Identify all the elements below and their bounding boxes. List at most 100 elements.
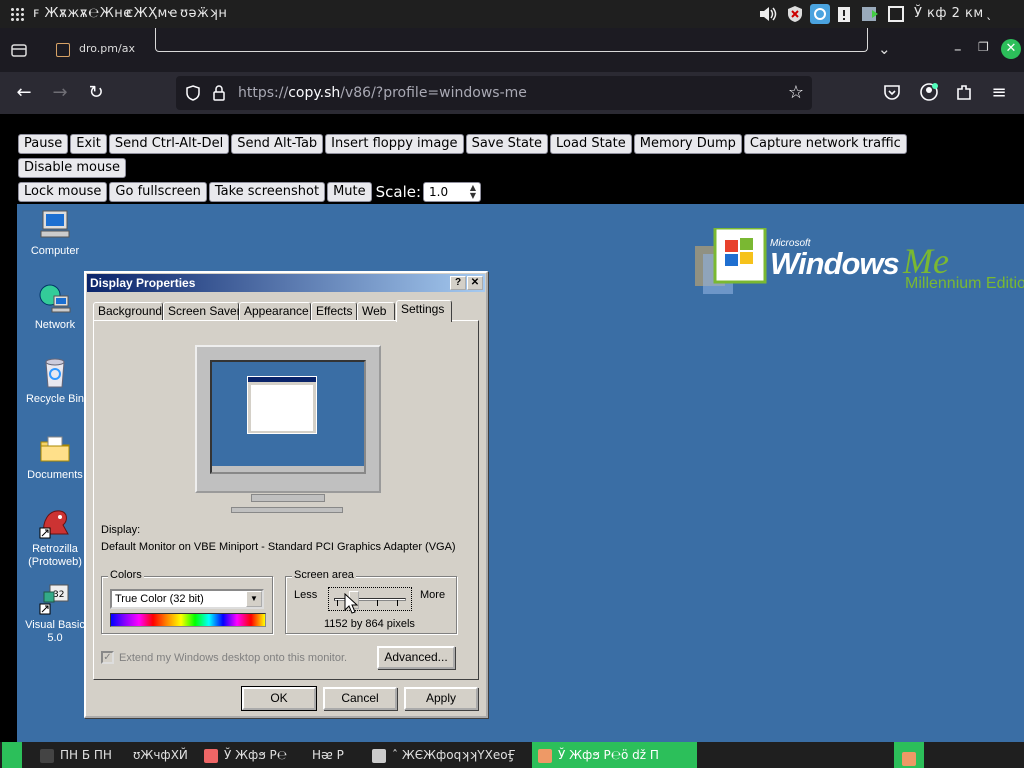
emulator-screen[interactable]: Computer Network Recycle Bin Documents R… [17, 204, 1024, 742]
extensions-icon[interactable] [953, 82, 975, 104]
reload-icon[interactable]: ↻ [85, 82, 107, 104]
colors-select[interactable]: True Color (32 bit) ▼ [110, 589, 264, 609]
mini-taskbar-preview [212, 466, 364, 472]
list-all-tabs-icon[interactable] [10, 41, 28, 59]
taskbar-item[interactable]: ПН Б ПН [40, 742, 112, 768]
desktop-icon-computer[interactable]: Computer [17, 208, 93, 258]
network-tray-icon[interactable] [860, 4, 880, 24]
colors-select-value: True Color (32 bit) [115, 593, 204, 605]
send-ctrl-alt-del-button[interactable]: Send Ctrl-Alt-Del [108, 134, 230, 154]
taskbar-item[interactable]: ʊЖчфХЙ [133, 742, 188, 768]
taskbar-item-label: ʊЖчфХЙ [133, 748, 188, 762]
disable-mouse-button[interactable]: Disable mouse [18, 158, 126, 178]
tracking-shield-icon[interactable] [184, 84, 202, 106]
desktop-icon-retrozilla[interactable]: Retrozilla (Protoweb) [17, 506, 93, 569]
windows-me-logo: Microsoft Windows Me Millennium Edition [695, 218, 1024, 298]
chevron-down-icon[interactable]: ⌄ [878, 40, 891, 58]
forward-arrow-icon[interactable]: → [49, 82, 71, 104]
apply-button[interactable]: Apply [404, 687, 478, 710]
shield-icon[interactable] [785, 4, 805, 24]
bookmark-star-icon[interactable]: ☆ [788, 82, 804, 103]
refresh-app-icon[interactable] [810, 4, 830, 24]
window-close-button[interactable]: ✕ [1001, 39, 1021, 59]
dropdown-arrow-icon[interactable]: ▼ [246, 591, 262, 607]
back-arrow-icon[interactable]: ← [13, 82, 35, 104]
tray-app-button[interactable] [894, 742, 924, 768]
send-alt-tab-button[interactable]: Send Alt-Tab [231, 134, 324, 154]
screen-area-group-title: Screen area [292, 569, 356, 581]
minimize-icon[interactable]: – [954, 40, 962, 58]
taskbar-item[interactable]: Нᴂ Р [312, 742, 344, 768]
desktop-icon-label: Recycle Bin [25, 393, 85, 405]
window-icon[interactable] [886, 4, 906, 24]
memory-dump-button[interactable]: Memory Dump [633, 134, 742, 154]
capture-network-button[interactable]: Capture network traffic [743, 134, 907, 154]
app-grid-icon[interactable] [10, 7, 25, 22]
retrozilla-icon [38, 506, 72, 540]
desktop-icon-label: Visual Basic 5.0 [25, 619, 85, 644]
help-button[interactable]: ? [450, 276, 466, 290]
tab-background[interactable]: Background [93, 302, 163, 321]
shield-app-icon [372, 748, 386, 763]
screen-area-slider[interactable] [328, 587, 412, 611]
desktop-icon-visual-basic[interactable]: 32 Visual Basic 5.0 [17, 582, 93, 645]
url-bar[interactable]: https://copy.sh/v86/?profile=windows-me … [176, 76, 812, 110]
app-icon [204, 748, 218, 763]
clock[interactable]: Ў кф 2 км [914, 6, 984, 21]
taskbar-item-label: ˆ ЖЄЖфоqʞʞҮХеоӺ [392, 748, 516, 762]
clipboard-icon[interactable] [834, 4, 854, 24]
scale-input[interactable]: 1.0 ▲ ▼ [423, 182, 482, 202]
page-content: Pause Exit Send Ctrl-Alt-Del Send Alt-Tab In… [0, 114, 1024, 742]
tab-favicon-icon [56, 43, 70, 57]
desktop-icon-label: Retrozilla (Protoweb) [28, 543, 82, 568]
tab-screen-saver[interactable]: Screen Saver [163, 302, 241, 321]
taskbar-item-active[interactable]: Ў Жфϧ Р℮ӧ dž П [532, 742, 697, 768]
spinner-icon[interactable]: ▲ ▼ [470, 184, 476, 200]
tab-appearance[interactable]: Appearance [239, 302, 311, 321]
desktop-icon-network[interactable]: Network [17, 282, 93, 332]
screenshot-button[interactable]: Take screenshot [208, 182, 326, 202]
extend-desktop-checkbox[interactable]: ✓ [101, 651, 114, 664]
tab-effects[interactable]: Effects [311, 302, 357, 321]
lock-icon[interactable] [210, 84, 228, 106]
restore-icon[interactable]: ❐ [978, 40, 989, 54]
topbar-item[interactable]: сЖҲмҽ [126, 6, 178, 21]
logo-windows: Windows [770, 246, 900, 281]
slider-tick [337, 600, 338, 606]
desktop-icon-label: Computer [30, 245, 80, 257]
taskbar-item[interactable]: ˆ ЖЄЖфоqʞʞҮХеоӺ [372, 742, 516, 768]
account-icon[interactable] [918, 82, 940, 104]
dialog-close-button[interactable]: ✕ [467, 276, 483, 290]
lock-mouse-button[interactable]: Lock mouse [18, 182, 108, 202]
show-desktop-button[interactable] [2, 742, 22, 768]
topbar-item[interactable]: ꜰ Жѫжѫ℮Жне [33, 6, 132, 21]
url-host: copy.sh [288, 85, 341, 101]
dialog-titlebar[interactable]: Display Properties ? ✕ [87, 274, 485, 292]
taskbar-item-label: Нᴂ Р [312, 748, 344, 762]
save-state-button[interactable]: Save State [465, 134, 549, 154]
tab-settings[interactable]: Settings [396, 300, 452, 322]
load-state-button[interactable]: Load State [550, 134, 632, 154]
fullscreen-button[interactable]: Go fullscreen [109, 182, 207, 202]
menu-dot: ˎ [986, 6, 993, 21]
desktop-icon-label: Documents [27, 469, 83, 481]
volume-icon[interactable] [757, 4, 777, 24]
mute-button[interactable]: Mute [327, 182, 372, 202]
topbar-item[interactable]: ʊǝӝʞн [180, 6, 227, 21]
desktop-icon-documents[interactable]: Documents [17, 432, 93, 482]
advanced-button[interactable]: Advanced... [377, 646, 455, 669]
cancel-button[interactable]: Cancel [323, 687, 397, 710]
ok-button[interactable]: OK [241, 686, 317, 711]
insert-floppy-button[interactable]: Insert floppy image [325, 134, 464, 154]
documents-folder-icon [38, 432, 72, 466]
pause-button[interactable]: Pause [18, 134, 69, 154]
exit-button[interactable]: Exit [70, 134, 107, 154]
taskbar-item[interactable]: Ў Жфϧ Р℮ [204, 742, 287, 768]
display-value: Default Monitor on VBE Miniport - Standa… [101, 541, 456, 553]
pocket-icon[interactable] [881, 82, 903, 104]
hamburger-menu-icon[interactable]: ≡ [988, 82, 1010, 104]
browser-tab[interactable]: dro.pm/ax [44, 32, 154, 68]
url-text[interactable]: https://copy.sh/v86/?profile=windows-me [238, 85, 527, 101]
desktop-icon-recycle-bin[interactable]: Recycle Bin [17, 356, 93, 406]
tab-web[interactable]: Web [357, 302, 395, 321]
